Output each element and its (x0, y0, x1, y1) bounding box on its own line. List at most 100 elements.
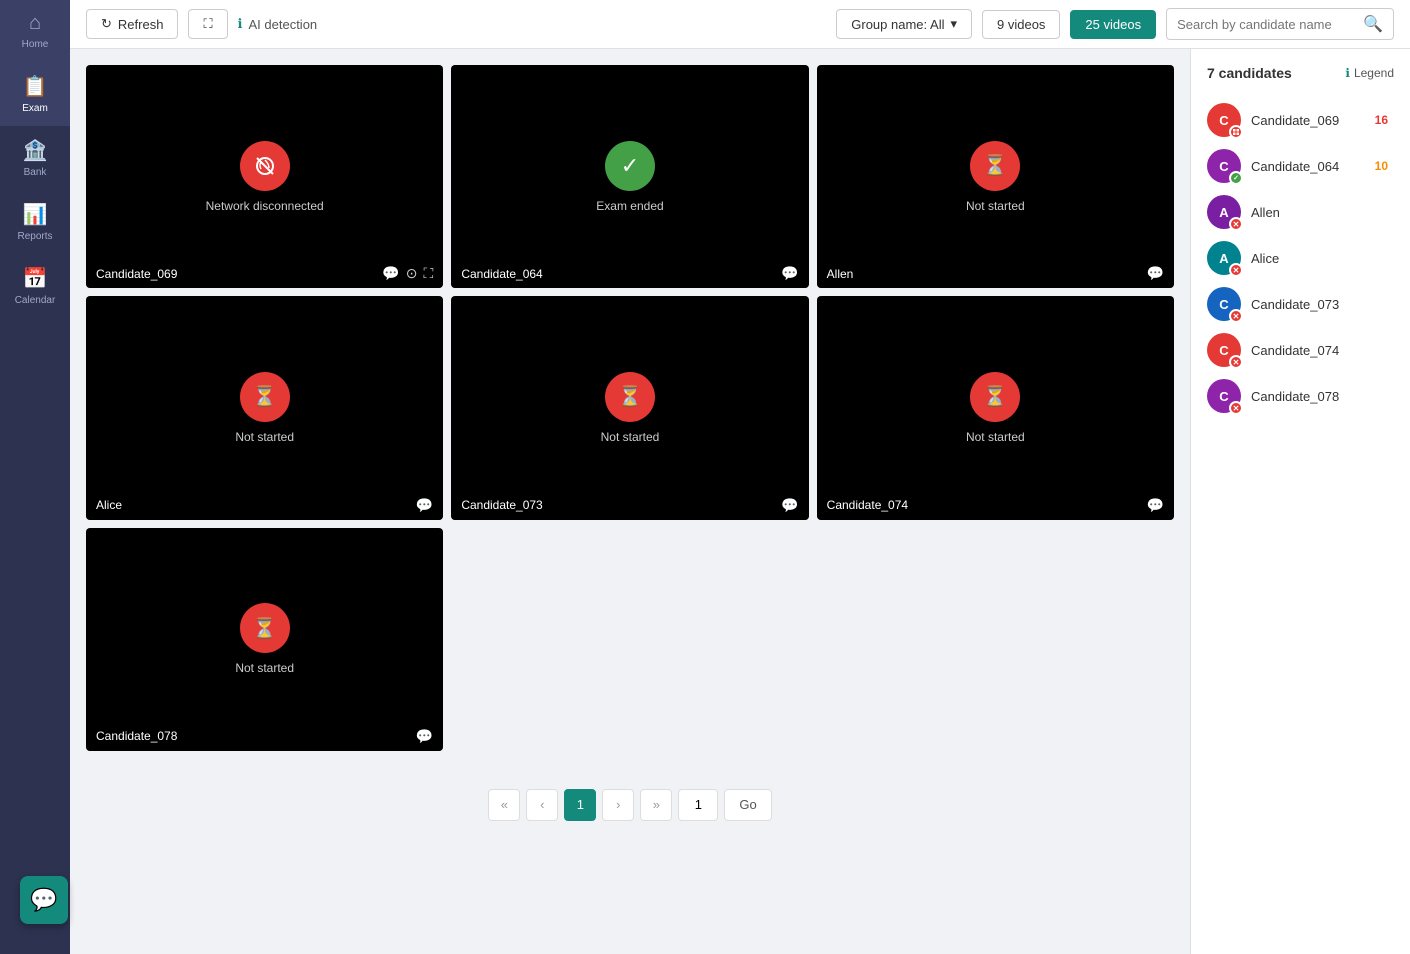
search-icon: 🔍 (1363, 14, 1383, 34)
chat-fab[interactable]: 💬 (20, 876, 68, 924)
candidates-count: 7 candidates (1207, 65, 1292, 81)
last-page-button[interactable]: » (640, 789, 672, 821)
candidate-name: Candidate_073 (461, 498, 542, 512)
status-text: Not started (601, 430, 660, 444)
footer-icons: 💬 ⊙ ⛶ (382, 265, 433, 282)
video-card[interactable]: ⏳ Not started Alice 💬 (86, 296, 443, 519)
chat-icon: 💬 (1147, 497, 1164, 514)
video-card[interactable]: ⏳ Not started Candidate_073 💬 (451, 296, 808, 519)
avatar: C ✕ (1207, 287, 1241, 321)
video-grid-row3: ⏳ Not started Candidate_078 💬 (86, 528, 1174, 751)
avatar: C ✕ (1207, 379, 1241, 413)
avatar-badge: ✓ (1229, 171, 1243, 185)
footer-icons: 💬 (1147, 497, 1164, 514)
status-text: Not started (966, 430, 1025, 444)
candidate-row[interactable]: C Candidate_069 16 (1207, 97, 1394, 143)
group-name-button[interactable]: Group name: All ▾ (836, 9, 972, 39)
prev-page-button[interactable]: ‹ (526, 789, 558, 821)
sidebar-item-label: Exam (22, 103, 48, 114)
avatar-badge: ✕ (1229, 355, 1243, 369)
candidate-badge: 16 (1369, 111, 1394, 129)
video-card[interactable]: ✓ Exam ended Candidate_064 💬 (451, 65, 808, 288)
candidate-row[interactable]: A ✕ Alice (1207, 235, 1394, 281)
grid-area: Network disconnected Candidate_069 💬 ⊙ ⛶… (70, 49, 1190, 954)
sidebar: ⌂ Home 📋 Exam 🏦 Bank 📊 Reports 📅 Calenda… (0, 0, 70, 954)
videos-25-button[interactable]: 25 videos (1070, 10, 1156, 39)
video-card[interactable]: ⏳ Not started Candidate_078 💬 (86, 528, 443, 751)
candidate-row[interactable]: C ✓ Candidate_064 10 (1207, 143, 1394, 189)
status-icon: ⏳ (240, 603, 290, 653)
candidate-name-text: Alice (1251, 251, 1394, 266)
videos-9-button[interactable]: 9 videos (982, 10, 1060, 39)
status-text: Not started (235, 430, 294, 444)
info-icon: ℹ (1345, 66, 1350, 80)
sidebar-item-reports[interactable]: 📊 Reports (0, 190, 70, 254)
first-page-button[interactable]: « (488, 789, 520, 821)
video-card[interactable]: ⏳ Not started Allen 💬 (817, 65, 1174, 288)
eye-icon: ⊙ (406, 265, 418, 282)
footer-icons: 💬 (416, 728, 433, 745)
footer-icons: 💬 (416, 497, 433, 514)
video-footer: Candidate_078 💬 (86, 722, 443, 751)
search-input[interactable] (1177, 17, 1357, 32)
home-icon: ⌂ (29, 12, 41, 35)
fullscreen-button[interactable]: ⛶ (188, 9, 227, 39)
video-footer: Candidate_069 💬 ⊙ ⛶ (86, 259, 443, 288)
video-card[interactable]: ⏳ Not started Candidate_074 💬 (817, 296, 1174, 519)
candidate-row[interactable]: C ✕ Candidate_074 (1207, 327, 1394, 373)
reports-icon: 📊 (23, 202, 48, 227)
candidate-name: Candidate_078 (96, 729, 177, 743)
avatar-badge: ✕ (1229, 309, 1243, 323)
sidebar-item-home[interactable]: ⌂ Home (0, 0, 70, 62)
sidebar-item-label: Reports (17, 231, 52, 242)
chat-icon: 💬 (781, 265, 798, 282)
candidate-name: Allen (827, 267, 854, 281)
sidebar-item-exam[interactable]: 📋 Exam (0, 62, 70, 126)
candidate-name-text: Candidate_073 (1251, 297, 1394, 312)
candidate-row[interactable]: C ✕ Candidate_078 (1207, 373, 1394, 419)
main-content: ↻ Refresh ⛶ ℹ AI detection Group name: A… (70, 0, 1410, 954)
toolbar: ↻ Refresh ⛶ ℹ AI detection Group name: A… (70, 0, 1410, 49)
candidate-name: Candidate_069 (96, 267, 177, 281)
pagination: « ‹ 1 › » Go (86, 769, 1174, 841)
status-text: Exam ended (596, 199, 663, 213)
calendar-icon: 📅 (23, 266, 48, 291)
sidebar-item-bank[interactable]: 🏦 Bank (0, 126, 70, 190)
avatar: C ✓ (1207, 149, 1241, 183)
status-icon: ✓ (605, 141, 655, 191)
candidate-name: Candidate_064 (461, 267, 542, 281)
candidate-row[interactable]: A ✕ Allen (1207, 189, 1394, 235)
avatar-badge: ✕ (1229, 401, 1243, 415)
video-grid: Network disconnected Candidate_069 💬 ⊙ ⛶… (86, 65, 1174, 520)
avatar-badge (1229, 125, 1243, 139)
candidate-name: Candidate_074 (827, 498, 908, 512)
status-text: Network disconnected (206, 199, 324, 213)
avatar-badge: ✕ (1229, 217, 1243, 231)
candidate-name-text: Candidate_064 (1251, 159, 1359, 174)
chevron-down-icon: ▾ (950, 16, 957, 32)
page-input[interactable] (678, 789, 718, 821)
video-footer: Candidate_064 💬 (451, 259, 808, 288)
video-footer: Allen 💬 (817, 259, 1174, 288)
chat-icon: 💬 (382, 265, 399, 282)
next-page-button[interactable]: › (602, 789, 634, 821)
go-button[interactable]: Go (724, 789, 771, 821)
ai-detection-label: ℹ AI detection (238, 16, 318, 32)
footer-icons: 💬 (781, 497, 798, 514)
candidate-row[interactable]: C ✕ Candidate_073 (1207, 281, 1394, 327)
page-1-button[interactable]: 1 (564, 789, 596, 821)
refresh-button[interactable]: ↻ Refresh (86, 9, 178, 39)
status-text: Not started (966, 199, 1025, 213)
sidebar-item-calendar[interactable]: 📅 Calendar (0, 254, 70, 318)
search-box: 🔍 (1166, 8, 1394, 40)
chat-icon: 💬 (1147, 265, 1164, 282)
info-icon: ℹ (238, 16, 243, 32)
content-area: Network disconnected Candidate_069 💬 ⊙ ⛶… (70, 49, 1410, 954)
status-text: Not started (235, 661, 294, 675)
legend-button[interactable]: ℹ Legend (1345, 66, 1394, 80)
video-card[interactable]: Network disconnected Candidate_069 💬 ⊙ ⛶ (86, 65, 443, 288)
refresh-icon: ↻ (101, 16, 112, 32)
chat-icon: 💬 (416, 728, 433, 745)
exam-icon: 📋 (23, 74, 48, 99)
video-footer: Candidate_073 💬 (451, 491, 808, 520)
